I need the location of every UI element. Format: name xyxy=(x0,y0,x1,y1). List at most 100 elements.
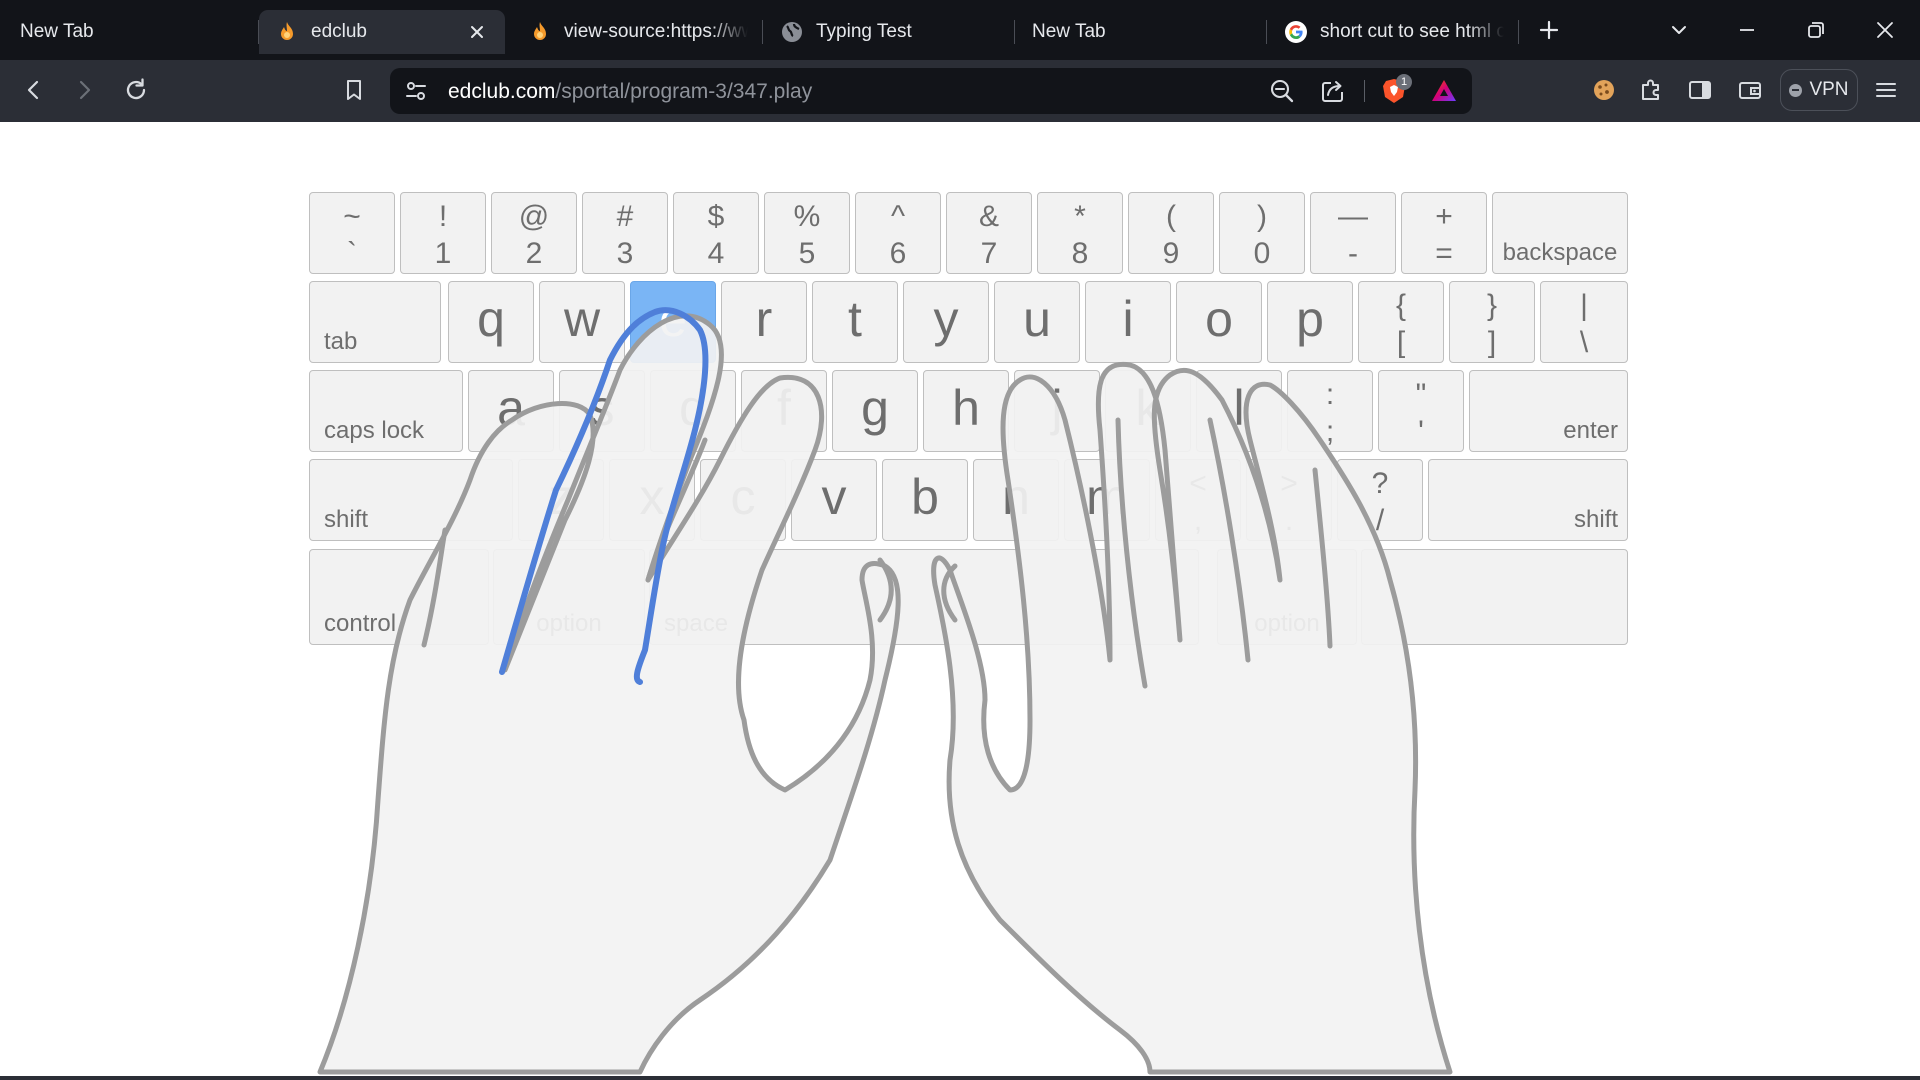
back-button[interactable] xyxy=(14,70,54,110)
key-y: y xyxy=(903,281,989,363)
key-label: a xyxy=(497,380,525,436)
close-window-button[interactable] xyxy=(1863,10,1907,50)
url-path: /sportal/program-3/347.play xyxy=(555,80,813,103)
key-shift-label: | xyxy=(1580,289,1588,322)
key-base-label: 3 xyxy=(616,237,634,270)
key-symbol-0-2: @2 xyxy=(491,192,577,274)
key-backspace-0-13: backspace xyxy=(1492,192,1628,274)
key-base-label: 6 xyxy=(889,237,907,270)
tab-separator xyxy=(1266,20,1267,44)
forward-button[interactable] xyxy=(64,70,104,110)
key-label: o xyxy=(1205,291,1233,347)
zoom-button[interactable] xyxy=(1268,77,1296,105)
sidebar-button[interactable] xyxy=(1680,70,1720,110)
key-symbol-0-6: ^ 6 xyxy=(855,192,941,274)
close-tab-icon[interactable] xyxy=(463,18,491,46)
url-text[interactable]: edclub.com/sportal/program-3/347.play xyxy=(448,80,812,104)
tab-search-button[interactable] xyxy=(1657,10,1701,50)
key-symbol-0-5: % 5 xyxy=(764,192,850,274)
hamburger-menu-icon xyxy=(1876,83,1896,97)
brave-shields-button[interactable]: 1 xyxy=(1380,74,1412,105)
new-tab-button[interactable] xyxy=(1527,10,1571,50)
minimize-button[interactable] xyxy=(1725,10,1769,50)
share-button[interactable] xyxy=(1319,77,1347,105)
key-base-label: 5 xyxy=(798,237,816,270)
key-label: control xyxy=(324,610,397,637)
bookmark-button[interactable] xyxy=(334,70,374,110)
plus-icon xyxy=(1539,20,1559,40)
zoom-out-icon xyxy=(1270,79,1294,103)
key-label: j xyxy=(1051,380,1063,436)
key-label: shift xyxy=(1573,506,1618,533)
minimize-icon xyxy=(1740,29,1754,31)
key-k: k xyxy=(1105,370,1191,452)
key-shift-label: $ xyxy=(707,200,725,233)
vpn-button[interactable]: VPN xyxy=(1780,69,1858,111)
wallet-button[interactable] xyxy=(1730,70,1770,110)
address-bar[interactable]: edclub.com/sportal/program-3/347.play 1 xyxy=(390,68,1472,114)
share-icon xyxy=(1322,81,1343,102)
key-label: r xyxy=(755,291,773,347)
tab-separator xyxy=(1014,20,1015,44)
key-option-4-3: option xyxy=(1217,549,1357,645)
extensions-button[interactable] xyxy=(1631,70,1671,110)
tab-google-search[interactable]: short cut to see html cc xyxy=(1268,10,1518,54)
key-symbol-0-10: ) 0 xyxy=(1219,192,1305,274)
key-base-label: 4 xyxy=(707,237,725,270)
brave-rewards-button[interactable] xyxy=(1430,77,1458,105)
key-shift-label: ! xyxy=(438,200,448,233)
site-settings-icon[interactable] xyxy=(404,79,428,103)
key-symbol-0-7: & 7 xyxy=(946,192,1032,274)
key-b: b xyxy=(882,459,968,541)
key-n: n xyxy=(973,459,1059,541)
key-label: tab xyxy=(324,328,358,355)
cookie-extension-button[interactable] xyxy=(1584,70,1624,110)
tab-edclub[interactable]: edclub xyxy=(259,10,505,54)
key-label: x xyxy=(639,469,665,525)
close-icon xyxy=(1877,22,1893,38)
keyboard-diagram: ~ `! 1 @2 #3 $4% 5 ^ 6 & 7 * 8(9) 0— - + = backspace tab q w… xyxy=(309,192,1628,646)
key-shift-label: ? xyxy=(1371,467,1389,500)
key-j: j xyxy=(1014,370,1100,452)
key-label: d xyxy=(679,380,707,436)
key-label: i xyxy=(1122,291,1134,347)
key-shift-label: ( xyxy=(1166,200,1176,233)
shields-badge: 1 xyxy=(1396,74,1412,90)
key-s: s xyxy=(559,370,645,452)
key-symbol-0-9: (9 xyxy=(1128,192,1214,274)
google-g-icon xyxy=(1284,20,1308,44)
tab-title: New Tab xyxy=(20,21,94,42)
key-symbol-1-13: | \ xyxy=(1540,281,1628,363)
key-u: u xyxy=(994,281,1080,363)
key-h: h xyxy=(923,370,1009,452)
key-symbol-0-11: — - xyxy=(1310,192,1396,274)
key-base-label: - xyxy=(1348,237,1358,270)
key-label: y xyxy=(933,291,959,347)
key-label: g xyxy=(861,380,889,436)
key-base-label: 9 xyxy=(1162,237,1180,270)
key-shift-label: : xyxy=(1325,378,1335,411)
tab-new-tab-1[interactable]: New Tab xyxy=(0,10,258,54)
key-shift-label: @ xyxy=(518,200,550,233)
restore-button[interactable] xyxy=(1794,10,1838,50)
key-shift-label: } xyxy=(1486,289,1498,322)
page-bottom-edge xyxy=(0,1076,1920,1080)
tab-view-source[interactable]: view-source:https://ww xyxy=(512,10,762,54)
key-i: i xyxy=(1085,281,1171,363)
main-menu-button[interactable] xyxy=(1866,70,1906,110)
tab-typing-test[interactable]: Typing Test xyxy=(764,10,1014,54)
key-z: z xyxy=(518,459,604,541)
key-l: l xyxy=(1196,370,1282,452)
key-base-label: ] xyxy=(1487,326,1497,359)
key-symbol-1-12: }] xyxy=(1449,281,1535,363)
reload-button[interactable] xyxy=(116,70,156,110)
key-blank-4-4 xyxy=(1361,549,1628,645)
key-symbol-3-10: ? / xyxy=(1337,459,1423,541)
omnibox-divider xyxy=(1364,80,1365,102)
key-label: b xyxy=(911,469,939,525)
key-label: option xyxy=(536,610,602,637)
key-label: t xyxy=(848,291,862,347)
reload-icon xyxy=(126,78,146,100)
tab-new-tab-2[interactable]: New Tab xyxy=(1016,10,1266,54)
edclub-flame-icon xyxy=(275,20,299,44)
